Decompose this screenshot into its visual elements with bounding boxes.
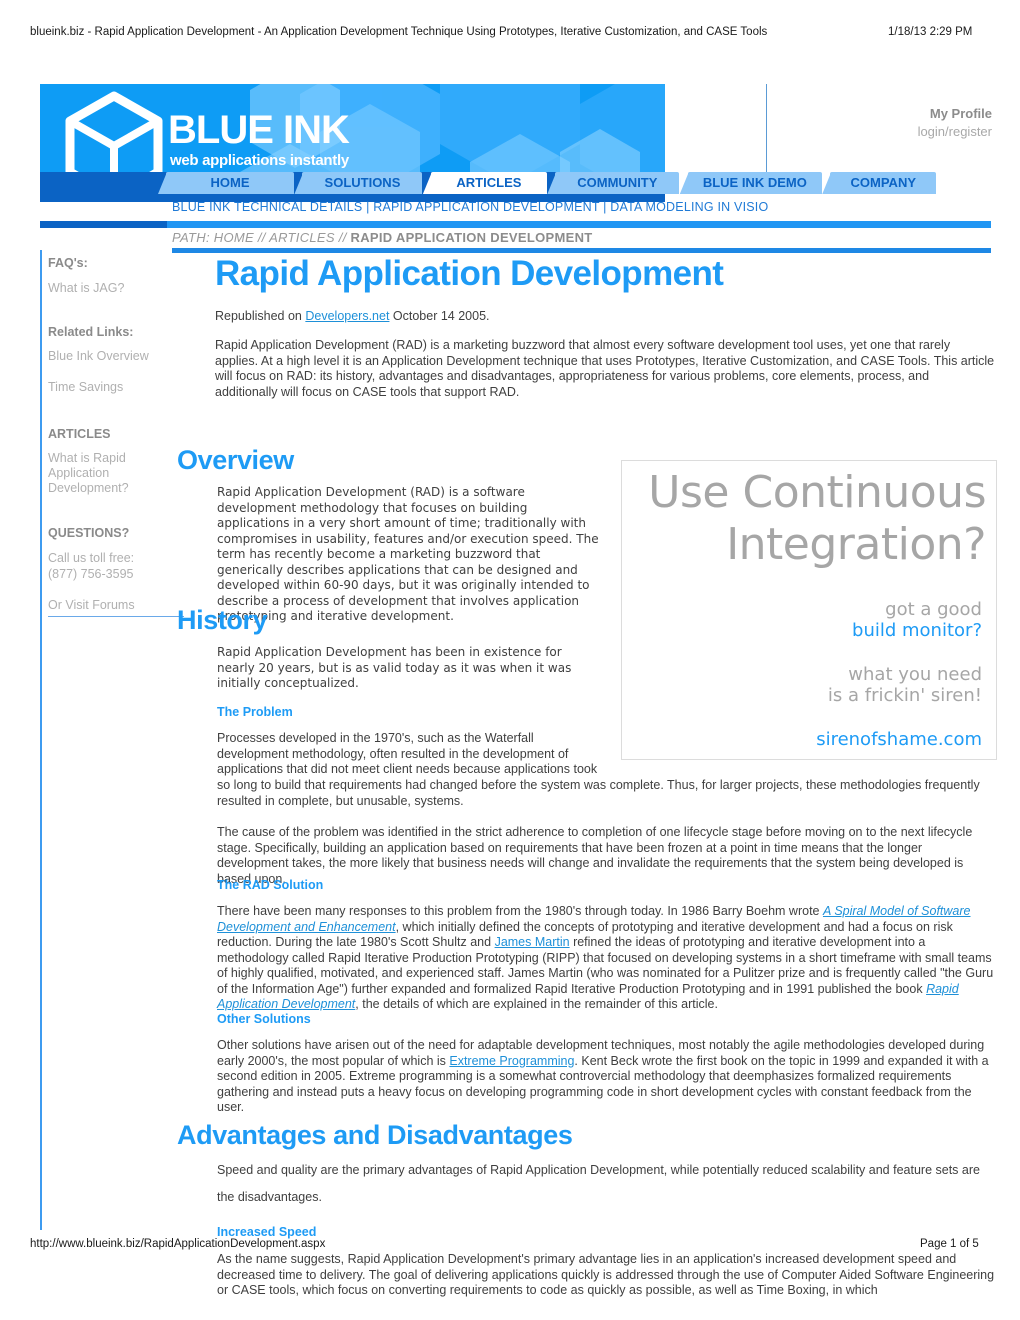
print-header-title: blueink.biz - Rapid Application Developm… (30, 26, 768, 38)
ad-line-1: got a good (885, 599, 982, 620)
history-paragraph: Rapid Application Development has been i… (217, 645, 572, 690)
rad-text-4: , the details of which are explained in … (355, 997, 718, 1011)
sidebar-divider (48, 616, 184, 617)
problem-paragraph-a: Processes developed in the 1970's, such … (217, 731, 598, 776)
left-sidebar: FAQ's: What is JAG? Related Links: Blue … (40, 250, 215, 1230)
ad-line-2-build-monitor[interactable]: build monitor? (852, 620, 982, 641)
heading-history: History (177, 605, 268, 635)
main-nav-tabs: HOME SOLUTIONS ARTICLES COMMUNITY BLUE I… (166, 172, 940, 198)
advantages-paragraph-b: the disadvantages. (217, 1190, 322, 1204)
brand-tagline: web applications instantly (170, 152, 349, 169)
heading-the-problem: The Problem (217, 705, 293, 719)
problem-paragraph-2: The cause of the problem was identified … (217, 825, 973, 886)
tab-company[interactable]: COMPANY (830, 172, 937, 194)
sidebar-heading-faqs: FAQ's: (48, 256, 88, 270)
republished-suffix: October 14 2005. (389, 309, 490, 323)
brand-wordmark: BLUE INK (168, 108, 350, 152)
intro-paragraph: Rapid Application Development (RAD) is a… (215, 338, 995, 399)
tab-articles[interactable]: ARTICLES (430, 172, 547, 194)
login-register-link[interactable]: login/register (918, 124, 992, 139)
path-bar-accent (167, 221, 991, 228)
sidebar-item-visit-forums[interactable]: Or Visit Forums (48, 598, 135, 612)
problem-paragraph-b: so long to build that requirements had c… (217, 778, 980, 808)
ad-headline-line1: Use Continuous (648, 467, 986, 518)
ad-url-link[interactable]: sirenofshame.com (816, 729, 982, 750)
heading-other-solutions: Other Solutions (217, 1012, 311, 1026)
heading-overview: Overview (177, 445, 294, 475)
sidebar-item-what-is-jag[interactable]: What is JAG? (48, 281, 124, 295)
republished-line: Republished on Developers.net October 14… (215, 309, 490, 323)
sidebar-item-time-savings[interactable]: Time Savings (48, 380, 123, 394)
increased-speed-paragraph: As the name suggests, Rapid Application … (217, 1252, 995, 1297)
ad-headline-line2: Integration? (726, 519, 986, 570)
sub-nav-links[interactable]: BLUE INK TECHNICAL DETAILS | RAPID APPLI… (172, 200, 768, 214)
republished-prefix: Republished on (215, 309, 306, 323)
ad-headline: Use Continuous Integration? (634, 467, 986, 571)
print-header-date: 1/18/13 2:29 PM (888, 26, 973, 38)
sidebar-phone-number: Call us toll free: (877) 756-3595 (48, 551, 135, 581)
heading-advantages-disadvantages: Advantages and Disadvantages (177, 1120, 573, 1150)
other-solutions-paragraph: Other solutions have arisen out of the n… (217, 1038, 997, 1116)
overview-paragraph: Rapid Application Development (RAD) is a… (217, 485, 599, 623)
extreme-programming-link[interactable]: Extreme Programming (449, 1054, 574, 1068)
breadcrumb-current: RAPID APPLICATION DEVELOPMENT (350, 230, 593, 245)
tab-home[interactable]: HOME (166, 172, 294, 194)
page-title: Rapid Application Development (215, 254, 724, 293)
heading-rad-solution: The RAD Solution (217, 878, 324, 892)
sidebar-heading-related-links: Related Links: (48, 325, 134, 339)
breadcrumb-prefix: PATH: HOME // ARTICLES // (172, 230, 351, 245)
breadcrumb: PATH: HOME // ARTICLES // RAPID APPLICAT… (172, 230, 593, 245)
path-bar-underline (172, 248, 991, 253)
ad-line-4: is a frickin' siren! (827, 685, 982, 706)
print-footer-url: http://www.blueink.biz/RapidApplicationD… (30, 1238, 326, 1250)
developers-net-link[interactable]: Developers.net (305, 309, 389, 323)
advantages-paragraph-a: Speed and quality are the primary advant… (217, 1163, 980, 1177)
james-martin-link[interactable]: James Martin (495, 935, 570, 949)
sidebar-heading-questions: QUESTIONS? (48, 526, 130, 540)
my-profile-label: My Profile (929, 106, 992, 121)
print-footer: http://www.blueink.biz/RapidApplicationD… (0, 1238, 1020, 1256)
path-bar-left-accent (40, 221, 167, 228)
heading-increased-speed: Increased Speed (217, 1225, 317, 1239)
tab-blue-ink-demo[interactable]: BLUE INK DEMO (687, 172, 822, 194)
sidebar-item-what-is-rad[interactable]: What is Rapid Application Development? (48, 451, 129, 496)
print-footer-page: Page 1 of 5 (920, 1238, 979, 1250)
tab-community[interactable]: COMMUNITY (555, 172, 680, 194)
print-header: blueink.biz - Rapid Application Developm… (0, 26, 1020, 44)
sidebar-item-blue-ink-overview[interactable]: Blue Ink Overview (48, 349, 149, 363)
rad-text-1: There have been many responses to this p… (217, 904, 823, 918)
tab-solutions[interactable]: SOLUTIONS (302, 172, 423, 194)
rad-solution-paragraph: There have been many responses to this p… (217, 904, 997, 1013)
advertisement-box[interactable]: Use Continuous Integration? got a good bu… (621, 460, 997, 760)
page-body: BLUE INK web applications instantly My P… (0, 60, 1020, 1297)
ad-line-3: what you need (848, 664, 982, 685)
sidebar-heading-articles: ARTICLES (48, 427, 111, 441)
